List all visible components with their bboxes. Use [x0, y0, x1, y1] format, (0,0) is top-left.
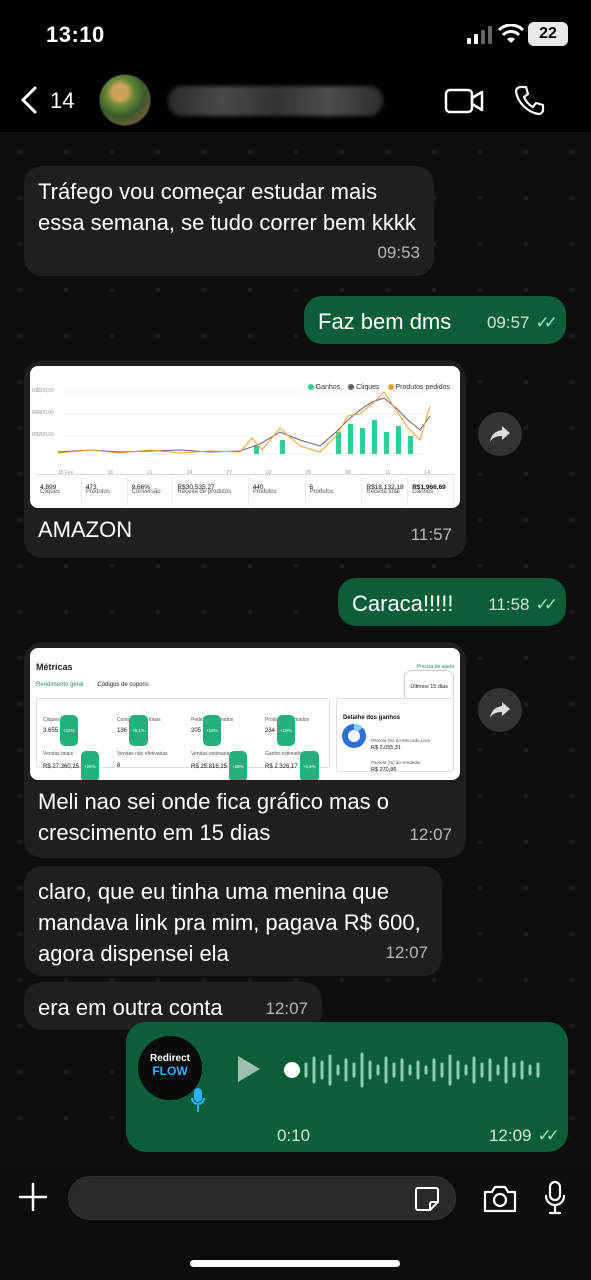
composer-bar: [0, 1162, 591, 1280]
microphone-icon[interactable]: [544, 1180, 566, 1216]
amazon-chart: R$600,00 R$400,00 R$200,00: [32, 388, 431, 455]
audio-waveform[interactable]: [284, 1048, 546, 1092]
message-time: 09:53: [377, 243, 420, 262]
voice-message-outgoing[interactable]: Redirect FLOW 0:10 12:09 ✓✓: [126, 1022, 568, 1152]
message-time-row: 12:09 ✓✓: [488, 1126, 560, 1146]
contact-avatar[interactable]: [99, 74, 151, 126]
message-time: 12:09: [488, 1126, 532, 1145]
message-time: 09:57: [486, 313, 530, 332]
message-incoming-image[interactable]: Ganhos Cliques Produtos pedidos R$600,00…: [24, 360, 466, 558]
phone-call-icon[interactable]: [514, 84, 546, 116]
message-input[interactable]: [68, 1176, 456, 1220]
unread-count[interactable]: 14: [50, 88, 74, 114]
amazon-dashboard-image[interactable]: Ganhos Cliques Produtos pedidos R$600,00…: [30, 366, 460, 508]
read-ticks-icon: ✓✓: [535, 313, 558, 332]
stats-col: Ganhos totaisR$1.966,69: [408, 475, 454, 506]
message-time: 12:07: [385, 943, 428, 962]
meli-metrics-image[interactable]: Métricas Precisa de ajuda Rendimento ger…: [30, 648, 460, 780]
stats-col: Receita de produtos pedidosR$30.535,27: [173, 475, 249, 506]
metrics-grid: Cliques 3.655+16% Compradores totais 136…: [36, 698, 330, 780]
chat-header: 14: [0, 72, 591, 132]
image-caption: Meli nao sei onde fica gráfico mas o cre…: [38, 789, 389, 845]
message-text: Tráfego vou começar estudar mais essa se…: [38, 179, 416, 235]
mic-badge-icon: [191, 1088, 205, 1112]
cellular-signal-icon: [467, 26, 492, 44]
plus-icon[interactable]: [18, 1182, 48, 1212]
read-ticks-icon: ✓✓: [537, 1126, 560, 1145]
video-call-icon[interactable]: [444, 86, 484, 116]
earnings-detail: Detalhe dos ganhos Parcela (%) do Mercad…: [336, 698, 454, 773]
message-outgoing[interactable]: Caraca!!!!! 11:58 ✓✓: [338, 578, 566, 626]
voice-duration: 0:10: [277, 1126, 311, 1145]
donut-chart: [342, 724, 366, 748]
forward-button[interactable]: [478, 412, 522, 456]
status-bar: 13:10 22: [0, 0, 591, 72]
message-time: 12:07: [409, 825, 452, 844]
contact-name-blurred[interactable]: [168, 86, 383, 116]
stats-col: Produtos devolvidos6: [306, 475, 363, 506]
y-tick: R$400,00: [32, 410, 54, 416]
wifi-icon: [498, 24, 524, 43]
y-tick: R$600,00: [32, 388, 54, 394]
home-indicator: [190, 1260, 400, 1267]
message-time-row: 11:58 ✓✓: [488, 589, 558, 620]
y-tick: R$200,00: [32, 432, 54, 438]
back-chevron-icon[interactable]: [18, 86, 40, 114]
play-icon[interactable]: [236, 1054, 262, 1084]
stats-col: Cliques 4.899: [36, 475, 82, 506]
status-time: 13:10: [46, 22, 105, 47]
message-incoming-image[interactable]: Métricas Precisa de ajuda Rendimento ger…: [24, 642, 466, 858]
image-caption: AMAZON: [38, 517, 133, 542]
battery-indicator: 22: [528, 22, 568, 46]
message-incoming[interactable]: claro, que eu tinha uma menina que manda…: [24, 866, 442, 976]
message-incoming[interactable]: Tráfego vou começar estudar mais essa se…: [24, 166, 434, 276]
forward-icon: [490, 702, 510, 718]
message-text: claro, que eu tinha uma menina que manda…: [38, 879, 421, 966]
message-time: 12:07: [265, 999, 308, 1018]
stats-col: Receita total R$18.132,18: [362, 475, 409, 506]
read-ticks-icon: ✓✓: [535, 595, 558, 614]
stats-col: Produtos enviados440: [249, 475, 306, 506]
message-time-row: 09:57 ✓✓: [486, 307, 558, 338]
forward-button[interactable]: [478, 688, 522, 732]
amazon-stats-table: Cliques4.899 Produtos pedidos473 Convers…: [36, 474, 454, 506]
stats-col: Produtos pedidos473: [82, 475, 128, 506]
message-time: 11:58: [488, 595, 530, 614]
sticker-icon[interactable]: [414, 1186, 440, 1212]
chat-area[interactable]: Tráfego vou começar estudar mais essa se…: [0, 132, 591, 1162]
camera-icon[interactable]: [482, 1184, 518, 1214]
stats-col: Conversão 9,66%: [128, 475, 174, 506]
forward-icon: [490, 426, 510, 442]
message-time: 11:57: [410, 525, 452, 544]
message-outgoing[interactable]: Faz bem dms 09:57 ✓✓: [304, 296, 566, 344]
